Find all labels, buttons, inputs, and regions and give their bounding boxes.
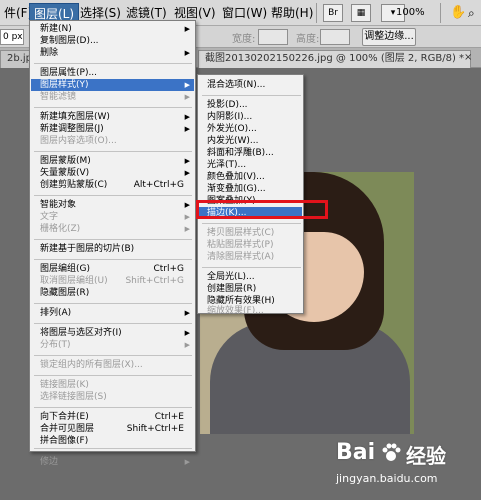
menu-item-new-layer-slice[interactable]: 新建基于图层的切片(B)	[31, 243, 194, 255]
refine-edge-button[interactable]: 调整边缘...	[362, 28, 416, 46]
menu-window[interactable]: 窗口(W)	[218, 3, 271, 23]
width-label: 宽度:	[232, 34, 256, 45]
submenu-item-paste-layer-style: 粘贴图层样式(P)	[207, 240, 274, 250]
submenu-arrow-icon: ▶	[184, 309, 190, 317]
submenu-arrow-icon: ▶	[184, 213, 190, 221]
submenu-item-bevel-emboss[interactable]: 斜面和浮雕(B)...	[199, 147, 302, 159]
menu-item-align-to-selection[interactable]: 将图层与选区对齐(I) ▶	[31, 327, 194, 339]
menu-item-type: 文字 ▶	[40, 212, 190, 222]
menu-item-ungroup-layers: 取消图层编组(U) Shift+Ctrl+G	[40, 276, 184, 286]
zoom-level: 100%	[396, 7, 425, 18]
menu-help[interactable]: 帮助(H)	[267, 3, 317, 23]
bridge-button[interactable]: Br	[323, 4, 343, 22]
watermark-brand: Bai	[336, 440, 376, 465]
menu-separator	[202, 223, 301, 224]
menu-separator	[34, 63, 192, 64]
highlight-annotation-box	[196, 200, 328, 219]
submenu-item-drop-shadow[interactable]: 投影(D)...	[199, 99, 302, 111]
submenu-arrow-icon: ▶	[184, 25, 190, 33]
menu-item-layer-style[interactable]: 图层样式(Y) ▶	[31, 79, 194, 91]
menu-item-new[interactable]: 新建(N) ▶	[31, 23, 194, 35]
menu-item-group-layers[interactable]: 图层编组(G) Ctrl+G	[31, 263, 194, 275]
menu-item-smart-object[interactable]: 智能对象 ▶	[31, 199, 194, 211]
menu-item-vector-mask[interactable]: 矢量蒙版(V) ▶	[31, 167, 194, 179]
submenu-item-inner-shadow[interactable]: 内阴影(I)...	[199, 111, 302, 123]
menu-separator	[34, 259, 192, 260]
menu-separator	[202, 95, 301, 96]
height-label: 高度:	[296, 34, 320, 45]
menu-separator	[34, 239, 192, 240]
menu-item-create-clipping-mask[interactable]: 创建剪贴蒙版(C) Alt+Ctrl+G	[31, 179, 194, 191]
submenu-arrow-icon: ▶	[184, 341, 190, 349]
width-input[interactable]	[258, 29, 288, 45]
menu-item-lock-all-layers: 锁定组内的所有图层(X)...	[40, 360, 143, 370]
menu-separator	[34, 407, 192, 408]
menu-separator	[34, 195, 192, 196]
submenu-item-color-overlay[interactable]: 颜色叠加(V)...	[199, 171, 302, 183]
menu-item-layer-content-options: 图层内容选项(O)...	[40, 136, 117, 146]
menu-item-distribute: 分布(T) ▶	[40, 340, 190, 350]
submenu-arrow-icon: ▶	[184, 225, 190, 233]
menu-item-hide-layers[interactable]: 隐藏图层(R)	[31, 287, 194, 299]
menu-item-merge-down[interactable]: 向下合并(E) Ctrl+E	[31, 411, 194, 423]
menu-separator	[34, 448, 192, 449]
menu-item-new-adjustment-layer[interactable]: 新建调整图层(J) ▶	[31, 123, 194, 135]
menu-item-merge-visible[interactable]: 合并可见图层 Shift+Ctrl+E	[31, 423, 194, 435]
submenu-arrow-icon: ▶	[184, 93, 190, 101]
layer-style-submenu: 混合选项(N)... 投影(D)... 内阴影(I)... 外发光(O)... …	[197, 74, 304, 316]
submenu-arrow-icon: ▶	[184, 329, 190, 337]
submenu-arrow-icon: ▶	[184, 157, 190, 165]
menu-separator	[34, 107, 192, 108]
tab-active-document[interactable]: 截图20130202150226.jpg @ 100% (图层 2, RGB/8…	[198, 50, 472, 68]
submenu-arrow-icon: ▶	[184, 125, 190, 133]
menu-item-arrange[interactable]: 排列(A) ▶	[31, 307, 194, 319]
menu-item-select-linked-layers: 选择链接图层(S)	[40, 392, 107, 402]
paw-logo-icon	[382, 443, 401, 461]
menu-item-link-layers: 链接图层(K)	[40, 380, 89, 390]
submenu-arrow-icon: ▶	[184, 201, 190, 209]
submenu-item-inner-glow[interactable]: 内发光(W)...	[199, 135, 302, 147]
menu-item-rasterize: 栅格化(Z) ▶	[40, 224, 190, 234]
menu-separator	[34, 151, 192, 152]
submenu-item-global-light[interactable]: 全局光(L)...	[199, 271, 302, 283]
baidu-watermark: Bai 经验 jingyan.baidu.com	[330, 436, 480, 496]
menu-item-delete[interactable]: 删除 ▶	[31, 47, 194, 59]
menu-item-layer-properties[interactable]: 图层属性(P)...	[31, 67, 194, 79]
menu-separator	[34, 375, 192, 376]
submenu-item-blending-options[interactable]: 混合选项(N)...	[199, 79, 302, 91]
menu-item-smart-filter: 智能滤镜 ▶	[40, 92, 190, 102]
toolbar-separator	[440, 3, 441, 23]
submenu-arrow-icon: ▶	[184, 458, 190, 466]
menu-separator	[34, 323, 192, 324]
feather-input[interactable]: 0 px	[0, 29, 24, 45]
layer-menu: 新建(N) ▶ 复制图层(D)... 删除 ▶ 图层属性(P)... 图层样式(Y)…	[29, 20, 196, 467]
submenu-item-create-layer[interactable]: 创建图层(R)	[199, 283, 302, 295]
submenu-item-gradient-overlay[interactable]: 渐变叠加(G)...	[199, 183, 302, 195]
menu-separator	[202, 267, 301, 268]
menu-separator	[34, 303, 192, 304]
submenu-arrow-icon: ▶	[184, 169, 190, 177]
menu-separator	[34, 355, 192, 356]
menu-item-layer-mask[interactable]: 图层蒙版(M) ▶	[31, 155, 194, 167]
view-extras-button[interactable]: ▦	[351, 4, 371, 22]
menu-item-flatten-image[interactable]: 拼合图像(F)	[31, 435, 194, 447]
grid-icon: ▦	[356, 8, 366, 18]
close-icon[interactable]: ×	[462, 50, 476, 68]
menu-item-duplicate-layer[interactable]: 复制图层(D)...	[31, 35, 194, 47]
height-input[interactable]	[320, 29, 350, 45]
submenu-item-clear-layer-style: 清除图层样式(A)	[207, 252, 275, 262]
watermark-url: jingyan.baidu.com	[336, 472, 438, 485]
submenu-arrow-icon: ▶	[184, 49, 190, 57]
submenu-item-outer-glow[interactable]: 外发光(O)...	[199, 123, 302, 135]
menu-item-new-fill-layer[interactable]: 新建填充图层(W) ▶	[31, 111, 194, 123]
zoom-tool-icon[interactable]: ⌕	[464, 3, 479, 23]
submenu-item-copy-layer-style: 拷贝图层样式(C)	[207, 228, 275, 238]
submenu-arrow-icon: ▶	[184, 113, 190, 121]
watermark-brand-suffix: 经验	[406, 444, 446, 468]
submenu-arrow-icon: ▶	[184, 81, 190, 89]
submenu-item-scale-effects: 缩放效果(F)...	[207, 306, 264, 316]
submenu-item-satin[interactable]: 光泽(T)...	[199, 159, 302, 171]
toolbar-separator	[316, 3, 317, 23]
